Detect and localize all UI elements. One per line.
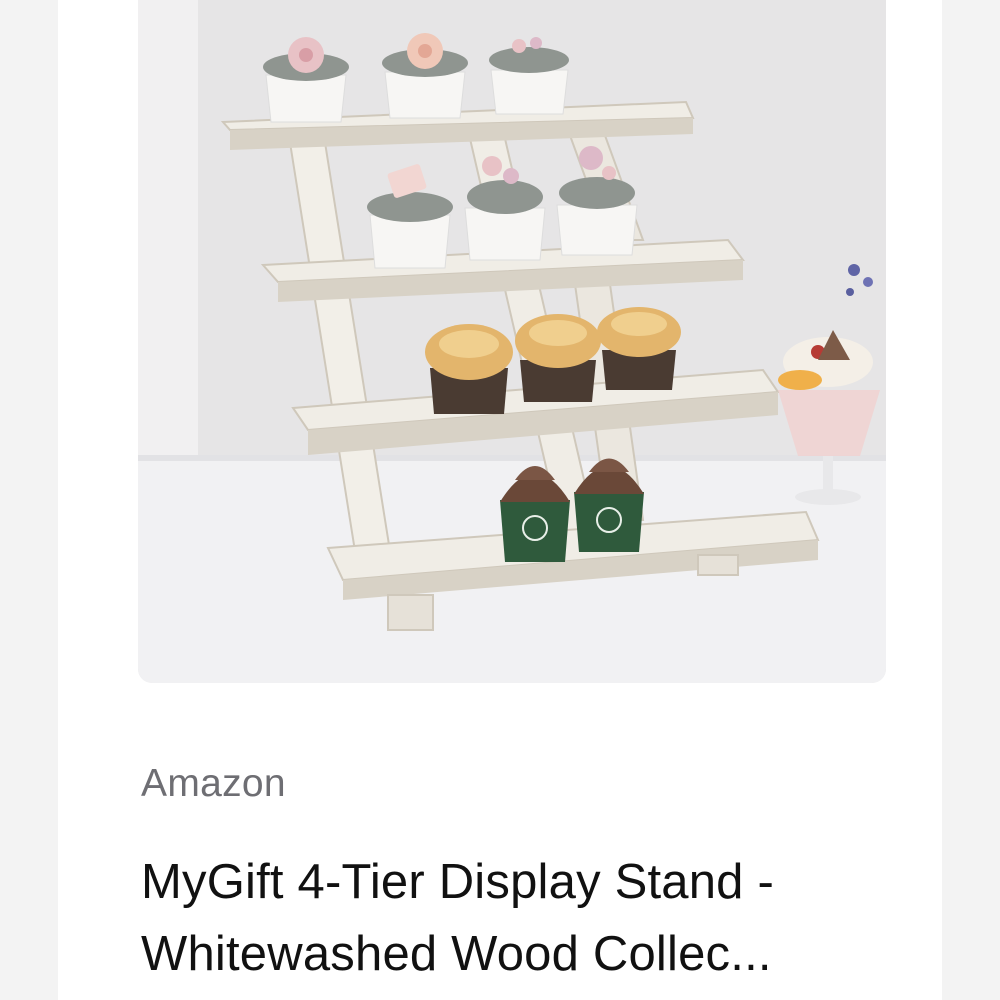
- product-image[interactable]: [138, 0, 886, 683]
- page: Amazon MyGift 4-Tier Display Stand - Whi…: [0, 0, 1000, 1000]
- product-title-line-1: MyGift 4-Tier Display Stand -: [141, 855, 774, 909]
- product-title-line-2: Whitewashed Wood Collec...: [141, 927, 772, 981]
- product-card[interactable]: Amazon MyGift 4-Tier Display Stand - Whi…: [58, 0, 942, 1000]
- display-stand-illustration: [138, 0, 886, 683]
- product-title[interactable]: MyGift 4-Tier Display Stand - Whitewashe…: [141, 846, 921, 990]
- source-label: Amazon: [141, 762, 286, 805]
- right-edge: [942, 0, 1000, 1000]
- left-edge: [0, 0, 58, 1000]
